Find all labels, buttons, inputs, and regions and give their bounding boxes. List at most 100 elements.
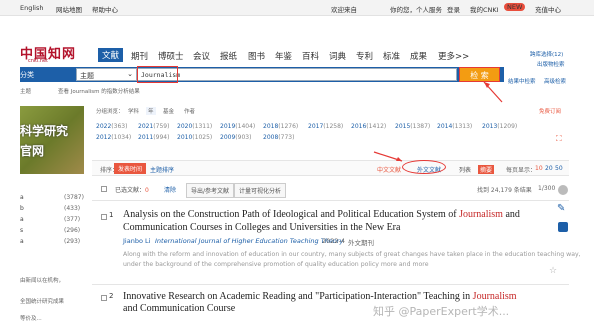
year-count: (1258) [323,123,344,130]
result-title[interactable]: Innovative Research on Academic Reading … [123,291,517,302]
site-map-link[interactable]: 网站地图 [56,4,82,14]
login-link[interactable]: 登录 [447,4,460,14]
left-note: 由新闻以在机构， [20,278,65,284]
year-count: (773) [278,134,295,141]
per-page-20[interactable]: 20 [545,165,553,172]
export-button[interactable]: 导出/参考文献 [186,183,235,198]
tab-theses[interactable]: 博硕士 [158,50,184,62]
result-journal[interactable]: International Journal of Higher Educatio… [155,237,343,245]
year-item[interactable]: 2011(994) [138,134,169,141]
tab-dictionary[interactable]: 词典 [329,50,346,62]
viz-analysis-button[interactable]: 计量可视化分析 [234,183,287,198]
result-search-link[interactable]: 结果中检索 [508,77,536,85]
result-author[interactable]: Jianbo Li [123,237,150,245]
feedback-icon[interactable] [558,185,568,195]
help-link[interactable]: 帮助中心 [92,4,118,14]
year-value: 2014 [437,123,453,130]
left-facet-count: (377) [64,216,81,223]
per-page-50[interactable]: 50 [555,165,563,172]
search-input[interactable]: Journalism [137,68,457,81]
year-item[interactable]: 2015(1387) [395,123,430,130]
result-title-highlight: Journalism [472,291,517,302]
year-item[interactable]: 2013(1209) [482,123,517,130]
year-item[interactable]: 2017(1258) [308,123,343,130]
year-count: (759) [153,123,170,130]
tab-encyclopedia[interactable]: 百科 [302,50,319,62]
tab-patents[interactable]: 专利 [356,50,373,62]
tab-documents[interactable]: 文献 [98,48,124,62]
tab-achievements[interactable]: 成果 [410,50,427,62]
free-subscribe-link[interactable]: 免费订阅 [539,107,561,115]
advanced-search-link[interactable]: 高级检索 [544,77,566,85]
view-abstract[interactable]: 摘要 [478,165,495,174]
group-year[interactable]: 年 [146,107,156,115]
promo-banner-line2: 官网 [20,144,45,158]
recharge-link[interactable]: 充值中心 [535,4,561,14]
result-title[interactable]: Analysis on the Construction Path of Ide… [123,209,520,220]
year-item[interactable]: 2019(1404) [220,123,255,130]
tab-journals[interactable]: 期刊 [131,50,148,62]
new-badge: NEW [504,3,526,11]
result-checkbox[interactable] [101,214,107,220]
tab-more[interactable]: 更多>> [438,50,469,62]
group-fund[interactable]: 基金 [163,107,174,115]
my-cnki-link[interactable]: 我的CNKI [470,4,499,14]
clear-link[interactable]: 清除 [164,185,176,194]
result-checkbox[interactable] [101,295,107,301]
year-item[interactable]: 2020(1311) [177,123,212,130]
left-note: 全国统计研究成果 [20,299,65,305]
field-select[interactable]: 主题 ⌄ [76,68,137,81]
group-author[interactable]: 作者 [184,107,195,115]
under-search-label: 主题 [20,89,32,95]
left-facet-label[interactable]: b [20,205,24,212]
year-item[interactable]: 2018(1276) [263,123,298,130]
tab-books[interactable]: 图书 [248,50,265,62]
result-abstract: under the background of the comprehensiv… [123,261,429,268]
year-item[interactable]: 2014(1313) [437,123,472,130]
year-item[interactable]: 2009(903) [220,134,251,141]
result-title-line2[interactable]: Communication Courses in Colleges and Un… [123,222,400,233]
view-list[interactable]: 列表 [459,165,471,174]
tab-yearbooks[interactable]: 年鉴 [275,50,292,62]
per-page-10[interactable]: 10 [535,165,543,172]
year-count: (1025) [192,134,213,141]
promo-banner[interactable]: 科学研究 官网 [20,106,84,174]
english-link[interactable]: English [20,4,43,12]
select-all-checkbox[interactable] [101,186,107,192]
cnki-logo-sub: cnki.net [28,58,48,64]
year-item[interactable]: 2022(363) [96,123,127,130]
divider [92,284,569,285]
result-count: 找到 24,179 条结果 [477,187,532,194]
list-icon[interactable] [558,222,568,232]
favorite-star-icon[interactable]: ☆ [549,266,557,276]
foreign-docs-highlight [402,160,446,174]
group-subject[interactable]: 学科 [128,107,139,115]
tab-standards[interactable]: 标准 [383,50,400,62]
cross-db-select-link[interactable]: 跨库选择(12) [530,50,563,58]
year-item[interactable]: 2012(1034) [96,134,131,141]
chart-icon[interactable]: ⛶ [556,134,562,144]
left-facet-count: (433) [64,205,81,212]
edit-icon[interactable]: ✎ [557,203,569,215]
year-item[interactable]: 2021(759) [138,123,169,130]
lang-chinese[interactable]: 中文文献 [377,165,401,174]
year-item[interactable]: 2016(1412) [351,123,386,130]
group-label: 分组浏览： [96,109,124,115]
left-facet-label[interactable]: s [20,227,23,234]
sort-publish-time[interactable]: 发表时间 [114,163,147,174]
publication-search-link[interactable]: 出版物检索 [537,60,565,68]
tab-conferences[interactable]: 会议 [193,50,210,62]
left-facet-label[interactable]: a [20,194,24,201]
year-item[interactable]: 2010(1025) [177,134,212,141]
year-item[interactable]: 2008(773) [263,134,294,141]
sort-theme[interactable]: 主题排序 [150,165,174,174]
index-analysis-link[interactable]: 查看 Journalism 的指数分析结果 [58,87,140,95]
left-facet-label[interactable]: a [20,238,24,245]
tab-newspapers[interactable]: 报纸 [220,50,237,62]
result-number: 2 [109,292,114,300]
result-title-line2[interactable]: and Communication Course [123,303,235,314]
left-note: 等价及... [20,316,42,322]
category-label[interactable]: 分类 [20,70,34,80]
personal-service-link[interactable]: 你的您，个人服务 [390,4,442,14]
left-facet-label[interactable]: a [20,216,24,223]
